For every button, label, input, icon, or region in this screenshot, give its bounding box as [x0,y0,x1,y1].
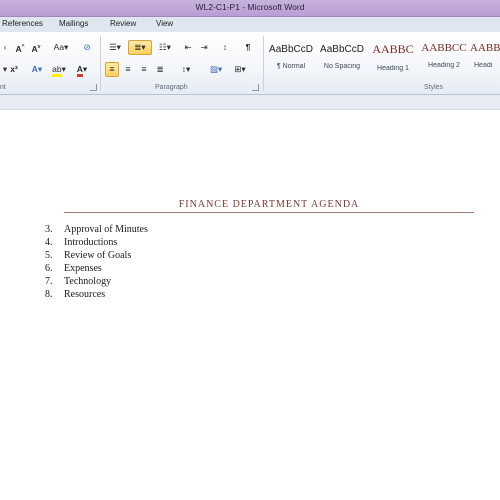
list-item: 8. Resources [0,289,400,302]
ribbon: ‹ A^ Av Aa▾ ⊘ ▾ x² A▾ ab▾ A▾ nt ☰▾ ≣▾ ☷▾… [0,32,500,95]
font-color-icon[interactable]: A▾ [73,63,91,77]
paragraph-group-label: Paragraph [155,84,188,91]
group-separator [263,36,264,91]
multilevel-list-icon[interactable]: ☷▾ [155,41,175,54]
show-formatting-marks-icon[interactable]: ¶ [243,41,253,54]
style-heading-2[interactable]: AABBCC Heading 2 [419,38,469,76]
style-normal[interactable]: AaBbCcD ¶ Normal [266,38,316,76]
align-center-icon[interactable]: ≡ [122,63,134,76]
styles-group-label: Styles [424,84,444,91]
justify-icon[interactable]: ≣ [154,63,166,76]
list-number: 8. [45,289,53,300]
grow-font-icon[interactable]: A^ [14,41,26,54]
ribbon-tab-row: References Mailings Review View [0,17,500,32]
style-sample: AaBbCcD [320,44,364,55]
window-title: WL2-C1-P1 - Microsoft Word [195,2,305,12]
list-item: 5. Review of Goals [0,250,400,263]
style-heading-1[interactable]: AABBC Heading 1 [368,38,418,76]
align-right-icon[interactable]: ≡ [138,63,150,76]
list-number: 3. [45,224,53,235]
increase-indent-icon[interactable]: ⇥ [198,41,210,54]
font-size-shrink-button[interactable]: ‹ [0,41,10,54]
clear-formatting-icon[interactable]: ⊘ [80,41,94,54]
title-bar: WL2-C1-P1 - Microsoft Word [0,0,500,17]
list-text: Introductions [64,237,118,248]
style-sample: AABB [470,42,500,54]
list-item: 7. Technology [0,276,400,289]
list-text: Technology [64,276,112,287]
style-name: No Spacing [323,63,361,70]
line-spacing-icon[interactable]: ↕▾ [176,63,196,76]
style-sample: AABBCC [421,42,467,54]
numbering-icon[interactable]: ≣▾ [128,40,152,55]
highlight-color-icon[interactable]: ab▾ [50,63,68,77]
borders-icon[interactable]: ⊞▾ [230,63,250,76]
list-item: 4. Introductions [0,237,400,250]
font-group-label: nt [0,84,6,91]
tab-review[interactable]: Review [110,19,136,28]
paragraph-dialog-launcher-icon[interactable] [252,84,259,91]
list-text: Review of Goals [64,250,132,261]
shrink-font-icon[interactable]: Av [30,41,42,54]
style-sample: AABBC [372,42,414,56]
style-name: ¶ Normal [276,63,306,70]
list-text: Resources [64,289,106,300]
list-text: Approval of Minutes [64,224,148,235]
style-name: Heading 2 [428,62,460,69]
list-text: Expenses [64,263,102,274]
tab-view[interactable]: View [156,19,173,28]
heading-underline [64,212,474,213]
list-number: 5. [45,250,53,261]
align-left-icon[interactable]: ≡ [105,62,119,77]
style-name: Heading 1 [377,65,409,72]
ruler-strip [0,95,500,110]
list-item: 6. Expenses [0,263,400,276]
agenda-list: 3. Approval of Minutes 4. Introductions … [0,224,400,302]
style-heading-3[interactable]: AABB Headi [470,38,500,76]
tab-mailings[interactable]: Mailings [59,19,88,28]
document-heading: FINANCE DEPARTMENT AGENDA [178,199,360,210]
list-number: 7. [45,276,53,287]
superscript-icon[interactable]: x² [8,63,20,76]
list-item: 3. Approval of Minutes [0,224,400,237]
tab-references[interactable]: References [2,19,43,28]
group-separator [100,36,101,91]
sort-icon[interactable]: ↕ [219,41,231,54]
bullets-icon[interactable]: ☰▾ [105,41,125,54]
list-number: 6. [45,263,53,274]
shading-icon[interactable]: ▨▾ [206,63,226,76]
change-case-button[interactable]: Aa▾ [52,41,70,54]
list-number: 4. [45,237,53,248]
style-sample: AaBbCcD [269,44,313,55]
style-name: Headi [474,62,493,69]
text-effects-icon[interactable]: A▾ [28,63,46,76]
decrease-indent-icon[interactable]: ⇤ [182,41,194,54]
style-no-spacing[interactable]: AaBbCcD No Spacing [317,38,367,76]
font-dialog-launcher-icon[interactable] [90,84,97,91]
